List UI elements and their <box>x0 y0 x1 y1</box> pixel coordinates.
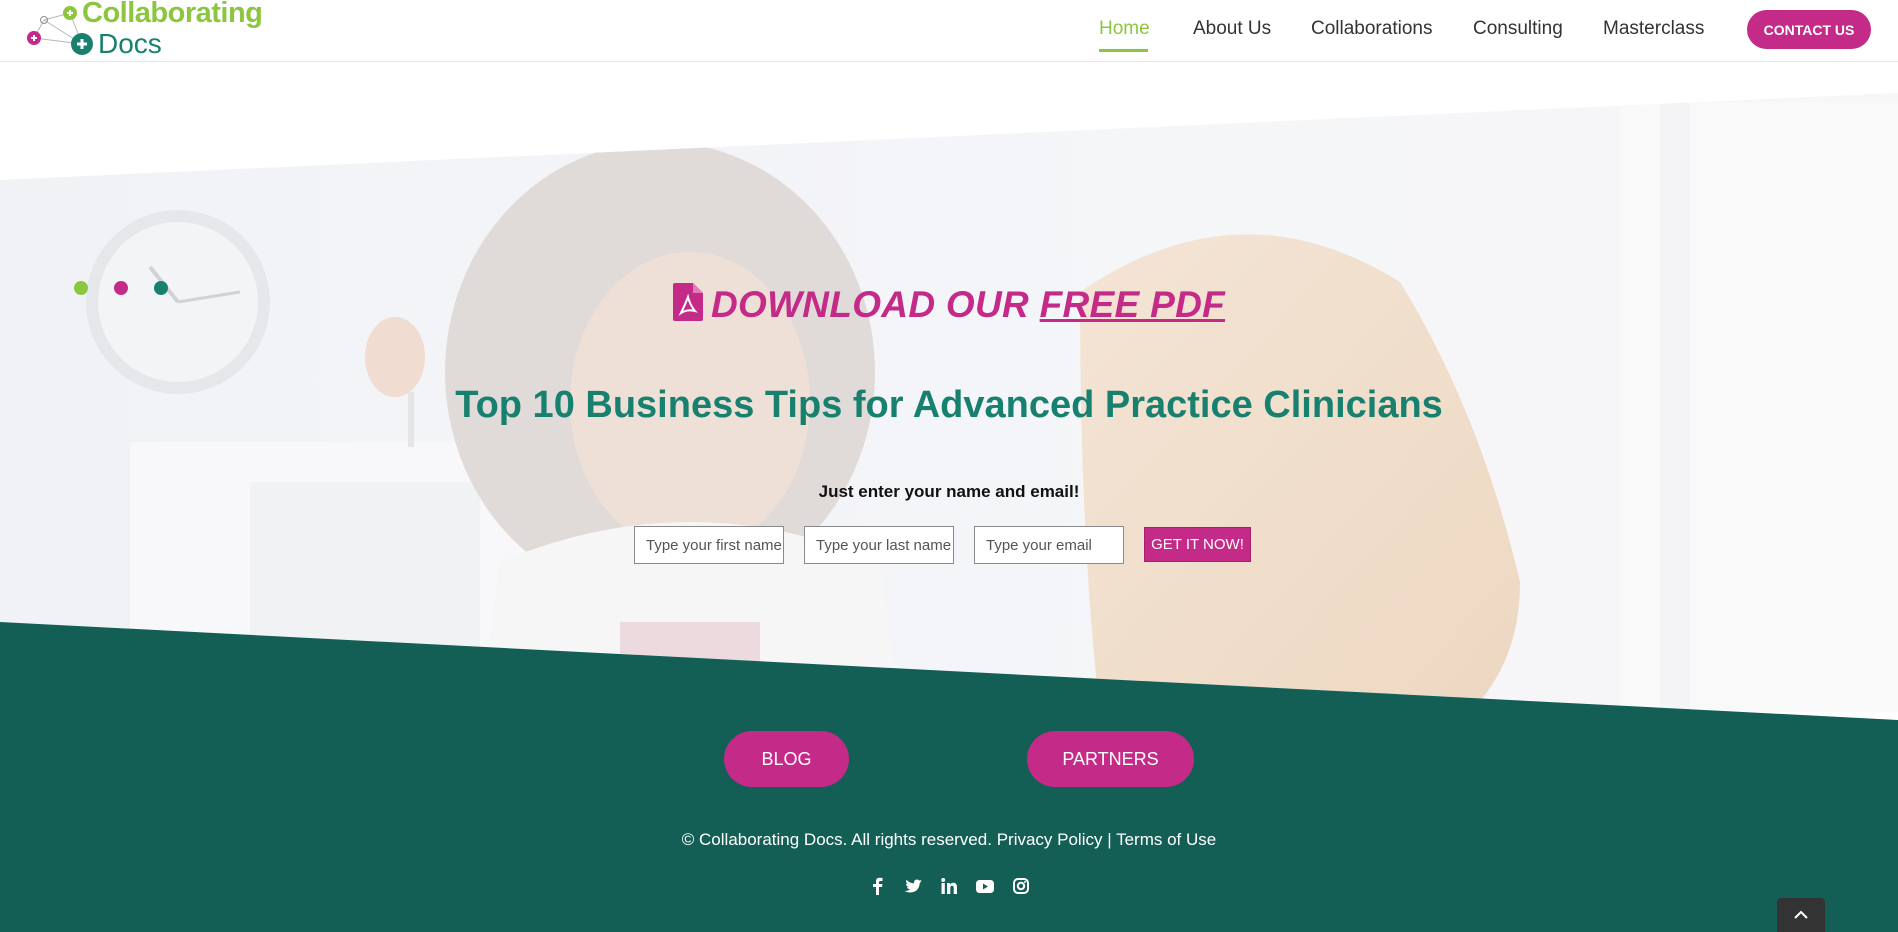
nav-active-indicator <box>1099 49 1148 52</box>
footer-background <box>0 622 1898 932</box>
terms-of-use-link[interactable]: Terms of Use <box>1116 830 1216 849</box>
nav-collaborations[interactable]: Collaborations <box>1311 18 1432 40</box>
nav-consulting[interactable]: Consulting <box>1473 18 1563 40</box>
instagram-icon[interactable] <box>1011 876 1031 896</box>
twitter-icon[interactable] <box>903 876 923 896</box>
copyright-line: © Collaborating Docs. All rights reserve… <box>0 830 1898 850</box>
site-header: Collaborating Docs Home About Us Collabo… <box>0 0 1898 62</box>
copyright-text: © Collaborating Docs. All rights reserve… <box>681 830 992 849</box>
page: DOWNLOAD OUR FREE PDF Top 10 Business Ti… <box>0 0 1898 932</box>
privacy-policy-link[interactable]: Privacy Policy <box>997 830 1103 849</box>
logo[interactable]: Collaborating Docs <box>24 0 263 60</box>
nav-masterclass[interactable]: Masterclass <box>1603 18 1704 40</box>
partners-button[interactable]: PARTNERS <box>1027 731 1194 787</box>
youtube-icon[interactable] <box>975 876 995 896</box>
logo-text-top: Collaborating <box>82 0 263 29</box>
blog-button[interactable]: BLOG <box>724 731 849 787</box>
footer-separator: | <box>1107 830 1112 849</box>
facebook-icon[interactable] <box>867 876 887 896</box>
linkedin-icon[interactable] <box>939 876 959 896</box>
logo-text-bottom: Docs <box>98 28 162 59</box>
nav-about-us[interactable]: About Us <box>1193 18 1271 40</box>
nav-home[interactable]: Home <box>1099 18 1150 40</box>
contact-us-button[interactable]: CONTACT US <box>1747 10 1871 49</box>
scroll-to-top-button[interactable] <box>1777 898 1825 932</box>
chevron-up-icon <box>1794 906 1808 924</box>
